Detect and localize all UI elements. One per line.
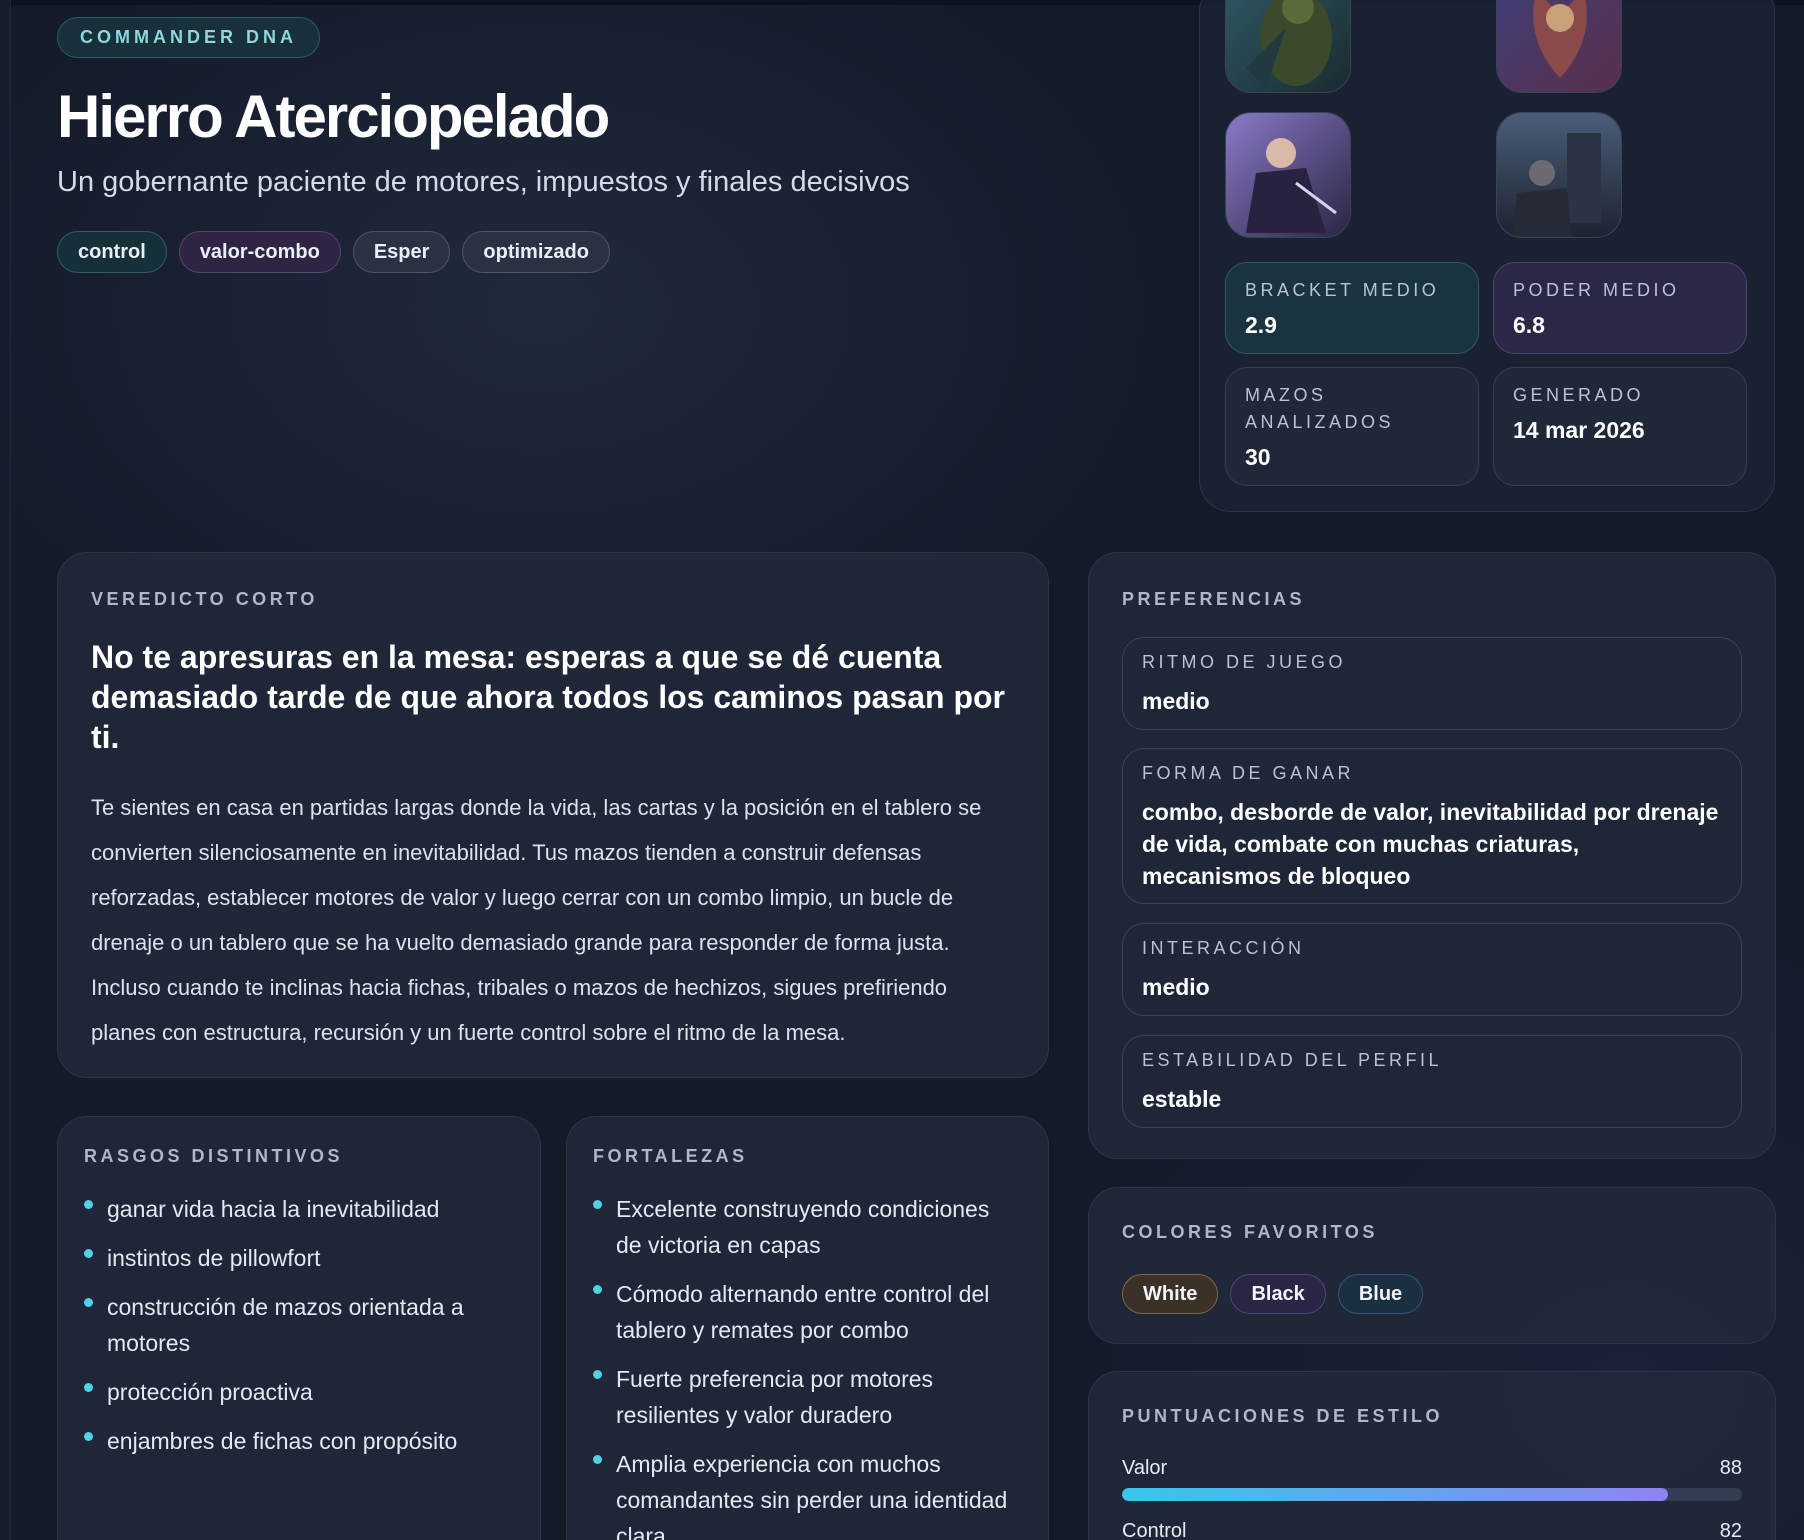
score-row-valor: Valor 88 [1122, 1457, 1742, 1501]
list-item: instintos de pillowfort [84, 1240, 504, 1276]
commander-art-thumbnail[interactable] [1496, 112, 1622, 238]
commander-art-thumbnail[interactable] [1496, 0, 1622, 93]
verdict-card: VEREDICTO CORTO No te apresuras en la me… [57, 552, 1049, 1078]
eyebrow-text: COMMANDER DNA [80, 27, 297, 47]
card-label: RASGOS DISTINTIVOS [84, 1146, 344, 1166]
page-title: Hierro Aterciopelado [57, 83, 610, 150]
pref-value: medio [1142, 688, 1210, 714]
stat-label: PODER MEDIO [1513, 280, 1680, 300]
color-pill-list: White Black Blue [1122, 1274, 1424, 1314]
color-pill-blue[interactable]: Blue [1337, 1274, 1424, 1314]
list-item: Cómodo alternando entre control del tabl… [593, 1276, 1013, 1348]
stat-mazos-analizados: MAZOS ANALIZADOS 30 [1225, 367, 1479, 486]
stat-bracket-medio: BRACKET MEDIO 2.9 [1225, 262, 1479, 354]
tag-control[interactable]: control [57, 231, 167, 273]
score-bar-fill [1122, 1488, 1668, 1501]
stat-value: 30 [1245, 444, 1271, 470]
color-pill-white[interactable]: White [1122, 1274, 1219, 1314]
stat-label: BRACKET MEDIO [1245, 280, 1440, 300]
score-row-control: Control 82 [1122, 1520, 1742, 1540]
score-bar-track [1122, 1488, 1742, 1501]
tag-optimizado[interactable]: optimizado [462, 231, 610, 273]
page-subtitle: Un gobernante paciente de motores, impue… [57, 166, 910, 198]
list-item: Excelente construyendo condiciones de vi… [593, 1191, 1013, 1263]
list-item: ganar vida hacia la inevitabilidad [84, 1191, 504, 1227]
traits-card: RASGOS DISTINTIVOS ganar vida hacia la i… [57, 1116, 541, 1540]
strengths-list: Excelente construyendo condiciones de vi… [593, 1191, 1013, 1540]
verdict-body: Te sientes en casa en partidas largas do… [91, 795, 982, 1045]
list-item: enjambres de fichas con propósito [84, 1423, 504, 1459]
tag-valor-combo[interactable]: valor-combo [178, 231, 341, 273]
list-item: construcción de mazos orientada a motore… [84, 1289, 504, 1361]
pref-label: FORMA DE GANAR [1142, 763, 1355, 783]
preferences-card: PREFERENCIAS RITMO DE JUEGO medio FORMA … [1088, 552, 1776, 1159]
pref-value: combo, desborde de valor, inevitabilidad… [1142, 799, 1719, 889]
pref-value: medio [1142, 974, 1210, 1000]
card-label: PUNTUACIONES DE ESTILO [1122, 1406, 1444, 1426]
stat-value: 6.8 [1513, 312, 1545, 338]
strengths-card: FORTALEZAS Excelente construyendo condic… [566, 1116, 1049, 1540]
style-scores-card: PUNTUACIONES DE ESTILO Valor 88 Control … [1088, 1371, 1776, 1540]
stat-poder-medio: PODER MEDIO 6.8 [1493, 262, 1747, 354]
card-label: FORTALEZAS [593, 1146, 748, 1166]
score-value: 88 [1719, 1457, 1742, 1479]
stat-value: 2.9 [1245, 312, 1277, 338]
list-item: Fuerte preferencia por motores resilient… [593, 1361, 1013, 1433]
color-pill-black[interactable]: Black [1230, 1274, 1326, 1314]
summary-panel: BRACKET MEDIO 2.9 PODER MEDIO 6.8 MAZOS … [1199, 0, 1775, 512]
list-item: protección proactiva [84, 1374, 504, 1410]
commander-art-thumbnail[interactable] [1225, 112, 1351, 238]
pref-forma-de-ganar: FORMA DE GANAR combo, desborde de valor,… [1122, 748, 1742, 904]
pref-label: INTERACCIÓN [1142, 938, 1305, 958]
pref-estabilidad-del-perfil: ESTABILIDAD DEL PERFIL estable [1122, 1035, 1742, 1128]
stat-generado: GENERADO 14 mar 2026 [1493, 367, 1747, 486]
tag-esper[interactable]: Esper [352, 231, 451, 273]
card-label: PREFERENCIAS [1122, 589, 1306, 609]
pref-label: RITMO DE JUEGO [1142, 652, 1347, 672]
tag-list: control valor-combo Esper optimizado [57, 231, 610, 273]
stat-value: 14 mar 2026 [1513, 417, 1645, 443]
pref-ritmo-de-juego: RITMO DE JUEGO medio [1122, 637, 1742, 730]
favorite-colors-card: COLORES FAVORITOS White Black Blue [1088, 1187, 1776, 1344]
card-label: COLORES FAVORITOS [1122, 1222, 1378, 1242]
card-label: VEREDICTO CORTO [91, 589, 318, 609]
stat-label: MAZOS ANALIZADOS [1245, 385, 1395, 432]
left-edge [0, 0, 11, 1540]
list-item: Amplia experiencia con muchos comandante… [593, 1446, 1013, 1540]
pref-label: ESTABILIDAD DEL PERFIL [1142, 1050, 1443, 1070]
verdict-headline: No te apresuras en la mesa: esperas a qu… [91, 639, 1005, 755]
score-value: 82 [1719, 1520, 1742, 1540]
stat-label: GENERADO [1513, 385, 1645, 405]
eyebrow-badge: COMMANDER DNA [57, 17, 320, 58]
commander-art-thumbnail[interactable] [1225, 0, 1351, 93]
score-name: Control [1122, 1520, 1187, 1540]
traits-list: ganar vida hacia la inevitabilidad insti… [84, 1191, 504, 1472]
score-name: Valor [1122, 1457, 1168, 1479]
pref-value: estable [1142, 1086, 1222, 1112]
pref-interaccion: INTERACCIÓN medio [1122, 923, 1742, 1016]
